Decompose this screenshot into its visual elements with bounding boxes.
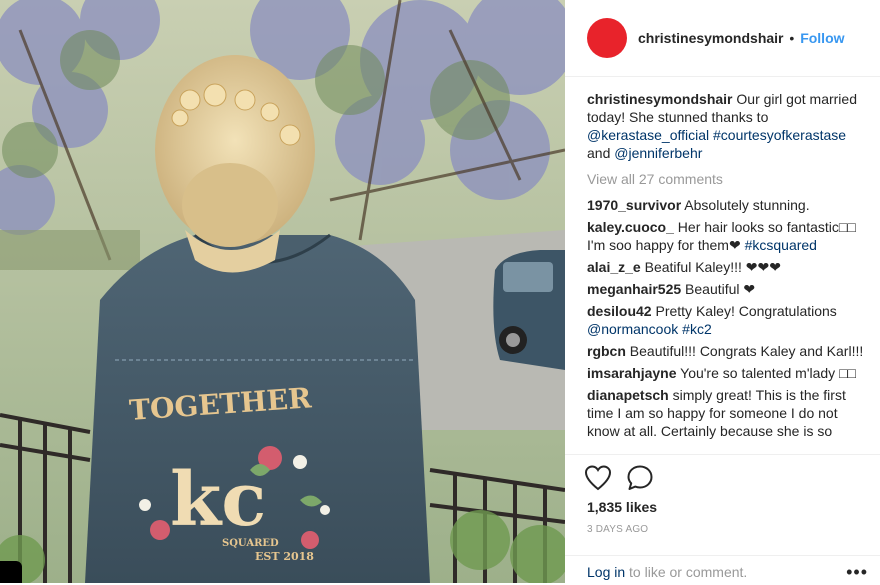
- caption-mention-jenniferbehr[interactable]: @jenniferbehr: [614, 145, 702, 161]
- separator-dot: •: [789, 30, 795, 46]
- comment-text: Beautiful ❤: [681, 281, 756, 297]
- login-text: Log in to like or comment.: [587, 564, 748, 580]
- comment-text: Absolutely stunning.: [681, 197, 810, 213]
- comment-hashtag[interactable]: #kcsquared: [745, 237, 817, 253]
- post-photo[interactable]: TOGETHER kc SQUARED EST 2018: [0, 0, 565, 583]
- comment-username[interactable]: 1970_survivor: [587, 197, 681, 213]
- corner-user-icon: [0, 561, 22, 583]
- comment-icon[interactable]: [625, 463, 655, 493]
- comment-text: You're so talented m'lady □□: [676, 365, 856, 381]
- comment-item: meganhair525 Beautiful ❤: [587, 280, 872, 298]
- follow-button[interactable]: Follow: [800, 30, 844, 46]
- comment-mention[interactable]: @normancook: [587, 321, 678, 337]
- comment-item: rgbcn Beautiful!!! Congrats Kaley and Ka…: [587, 342, 872, 360]
- heart-icon[interactable]: [583, 463, 613, 493]
- comment-username[interactable]: rgbcn: [587, 343, 626, 359]
- more-options-icon[interactable]: •••: [846, 562, 868, 583]
- header-line: christinesymondshair • Follow: [638, 30, 845, 46]
- comment-username[interactable]: kaley.cuoco_: [587, 219, 674, 235]
- author-username[interactable]: christinesymondshair: [638, 30, 784, 46]
- comment-item: alai_z_e Beatiful Kaley!!! ❤❤❤: [587, 258, 872, 276]
- post-header: christinesymondshair • Follow: [565, 0, 880, 77]
- comment-username[interactable]: imsarahjayne: [587, 365, 677, 381]
- comment-username[interactable]: desilou42: [587, 303, 652, 319]
- jacket-text-small: SQUARED: [222, 538, 279, 549]
- post-timestamp: 3 DAYS AGO: [587, 524, 649, 535]
- likes-count[interactable]: 1,835 likes: [587, 499, 657, 515]
- comment-username[interactable]: dianapetsch: [587, 387, 669, 403]
- comment-text: Beatiful Kaley!!! ❤❤❤: [640, 259, 781, 275]
- caption-username[interactable]: christinesymondshair: [587, 91, 733, 107]
- comment-text: Beautiful!!! Congrats Kaley and Karl!!!: [625, 343, 864, 359]
- comment-username[interactable]: meganhair525: [587, 281, 681, 297]
- post-caption: christinesymondshair Our girl got marrie…: [587, 91, 857, 161]
- jacket-text-date: EST 2018: [255, 550, 314, 563]
- login-prompt: Log in to like or comment. •••: [565, 555, 880, 585]
- post-actions: 1,835 likes 3 DAYS AGO Log in to like or…: [565, 454, 880, 584]
- caption-hashtag[interactable]: #courtesyofkerastase: [713, 127, 846, 143]
- comment-item: 1970_survivor Absolutely stunning.: [587, 196, 872, 214]
- photo-illustration: TOGETHER kc SQUARED EST 2018: [0, 0, 565, 583]
- avatar[interactable]: [587, 18, 627, 58]
- caption-mention-kerastase[interactable]: @kerastase_official: [587, 127, 709, 143]
- comment-item: kaley.cuoco_ Her hair looks so fantastic…: [587, 218, 872, 254]
- comments-list: christinesymondshair Our girl got marrie…: [587, 90, 872, 444]
- login-link[interactable]: Log in: [587, 564, 625, 580]
- post-side-panel: christinesymondshair • Follow christines…: [565, 0, 880, 583]
- comment-hashtag[interactable]: #kc2: [682, 321, 712, 337]
- comment-text: Pretty Kaley! Congratulations: [651, 303, 837, 319]
- comment-item: imsarahjayne You're so talented m'lady □…: [587, 364, 872, 382]
- comment-username[interactable]: alai_z_e: [587, 259, 641, 275]
- comment-item: desilou42 Pretty Kaley! Congratulations …: [587, 302, 872, 338]
- view-all-comments-link[interactable]: View all 27 comments: [587, 170, 872, 188]
- comment-item: dianapetsch simply great! This is the fi…: [587, 386, 872, 440]
